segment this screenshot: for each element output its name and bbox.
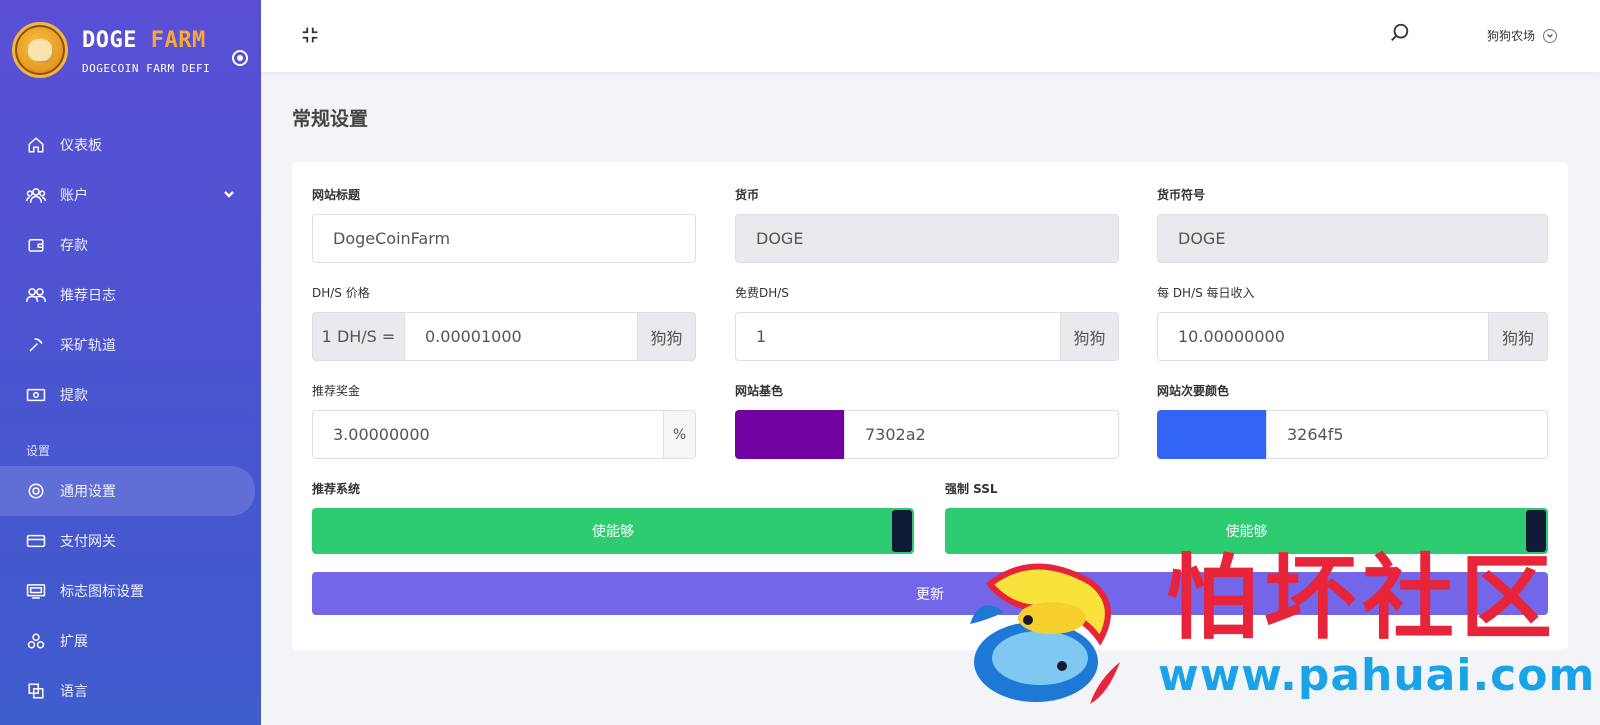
brand-name: DOGE FARM	[82, 28, 206, 53]
brand-subtitle: DOGECOIN FARM DEFI	[82, 62, 211, 75]
secondary-color-swatch[interactable]	[1157, 410, 1267, 459]
translate-icon	[26, 681, 46, 701]
referral-system-label: 推荐系统	[312, 482, 361, 496]
toggle-state: 使能够	[1225, 524, 1268, 540]
sidebar-item-general-settings[interactable]: 通用设置	[0, 466, 255, 516]
free-dhs-input[interactable]: 1	[735, 312, 1061, 361]
sidebar-item-withdraw[interactable]: 提款	[0, 370, 261, 420]
sidebar-item-label: 采矿轨道	[60, 338, 116, 354]
sidebar-item-label: 提款	[60, 388, 88, 404]
referral-bonus-suffix: %	[663, 410, 696, 459]
daily-income-input[interactable]: 10.00000000	[1157, 312, 1489, 361]
dhs-price-prefix: 1 DH/S =	[312, 312, 405, 361]
sidebar-item-deposit[interactable]: 存款	[0, 220, 261, 270]
pickaxe-icon	[26, 335, 46, 355]
currency-input[interactable]: DOGE	[735, 214, 1119, 263]
sidebar-section-settings: 设置	[26, 444, 51, 458]
chevron-down-icon[interactable]	[223, 188, 235, 204]
brand[interactable]: DOGE FARM DOGECOIN FARM DEFI	[12, 20, 252, 80]
currency-label: 货币	[735, 188, 760, 202]
dhs-price-input[interactable]: 0.00001000	[404, 312, 638, 361]
watermark-url: www.pahuai.com	[1158, 650, 1596, 701]
users-icon	[26, 185, 46, 205]
toggle-state: 使能够	[592, 524, 634, 540]
sidebar-item-label: 支付网关	[60, 534, 116, 550]
referral-system-toggle[interactable]: 使能够	[312, 508, 914, 554]
toggle-knob[interactable]	[892, 510, 912, 552]
free-dhs-suffix: 狗狗	[1060, 312, 1119, 361]
sidebar-item-label: 存款	[60, 238, 88, 254]
puzzle-icon	[26, 631, 46, 651]
sidebar-item-label: 通用设置	[60, 484, 116, 500]
base-color-input[interactable]: 7302a2	[844, 410, 1119, 459]
force-ssl-toggle[interactable]: 使能够	[945, 508, 1548, 554]
sidebar: DOGE FARM DOGECOIN FARM DEFI 仪表板 账户 存款 推…	[0, 0, 261, 725]
currency-symbol-input[interactable]: DOGE	[1157, 214, 1548, 263]
update-button[interactable]: 更新	[312, 572, 1548, 615]
sidebar-item-label: 推荐日志	[60, 288, 116, 304]
sidebar-item-label: 标志图标设置	[60, 584, 144, 600]
daily-income-label: 每 DH/S 每日收入	[1157, 286, 1255, 300]
force-ssl-label: 强制 SSL	[945, 482, 998, 496]
sidebar-item-mining[interactable]: 采矿轨道	[0, 320, 261, 370]
top-bar: 狗狗农场	[261, 0, 1600, 72]
user-name: 狗狗农场	[1487, 29, 1536, 43]
chevron-down-icon	[1543, 28, 1558, 43]
home-icon	[26, 135, 46, 155]
card-icon	[26, 531, 46, 551]
sidebar-item-label: 扩展	[60, 634, 88, 650]
free-dhs-label: 免费DH/S	[735, 286, 789, 300]
referral-icon	[26, 285, 46, 305]
collapse-icon[interactable]	[299, 24, 323, 48]
dhs-price-label: DH/S 价格	[312, 286, 370, 300]
sidebar-toggle-icon[interactable]	[232, 50, 248, 66]
page-title: 常规设置	[292, 108, 369, 130]
site-title-input[interactable]: DogeCoinFarm	[312, 214, 696, 263]
secondary-color-input[interactable]: 3264f5	[1266, 410, 1548, 459]
toggle-knob[interactable]	[1526, 510, 1546, 552]
referral-bonus-input[interactable]: 3.00000000	[312, 410, 664, 459]
secondary-color-label: 网站次要颜色	[1157, 384, 1230, 398]
image-icon	[26, 581, 46, 601]
settings-card: 网站标题 DogeCoinFarm 货币 DOGE 货币符号 DOGE DH/S…	[292, 162, 1568, 650]
sidebar-item-logo-settings[interactable]: 标志图标设置	[0, 566, 261, 616]
user-menu[interactable]: 狗狗农场	[1487, 27, 1558, 44]
sidebar-item-payment-gateway[interactable]: 支付网关	[0, 516, 261, 566]
daily-income-suffix: 狗狗	[1488, 312, 1548, 361]
sidebar-item-language[interactable]: 语言	[0, 666, 261, 716]
wallet-icon	[26, 235, 46, 255]
sidebar-item-referral-log[interactable]: 推荐日志	[0, 270, 261, 320]
sidebar-nav: 仪表板 账户 存款 推荐日志 采矿轨道 提款 设置 通用设置 支付网关 标志图标…	[0, 120, 261, 716]
cash-icon	[26, 385, 46, 405]
sidebar-item-dashboard[interactable]: 仪表板	[0, 120, 261, 170]
base-color-swatch[interactable]	[735, 410, 845, 459]
site-title-label: 网站标题	[312, 188, 361, 202]
search-icon[interactable]	[1389, 22, 1413, 46]
sidebar-item-label: 仪表板	[60, 138, 102, 154]
sidebar-item-label: 账户	[60, 188, 88, 204]
referral-bonus-label: 推荐奖金	[312, 384, 361, 398]
lifebuoy-icon	[26, 481, 46, 501]
base-color-label: 网站基色	[735, 384, 784, 398]
sidebar-item-accounts[interactable]: 账户	[0, 170, 261, 220]
sidebar-item-label: 语言	[60, 684, 88, 700]
currency-symbol-label: 货币符号	[1157, 188, 1206, 202]
dogecoin-logo-icon	[12, 22, 68, 78]
sidebar-item-extensions[interactable]: 扩展	[0, 616, 261, 666]
dhs-price-suffix: 狗狗	[637, 312, 696, 361]
